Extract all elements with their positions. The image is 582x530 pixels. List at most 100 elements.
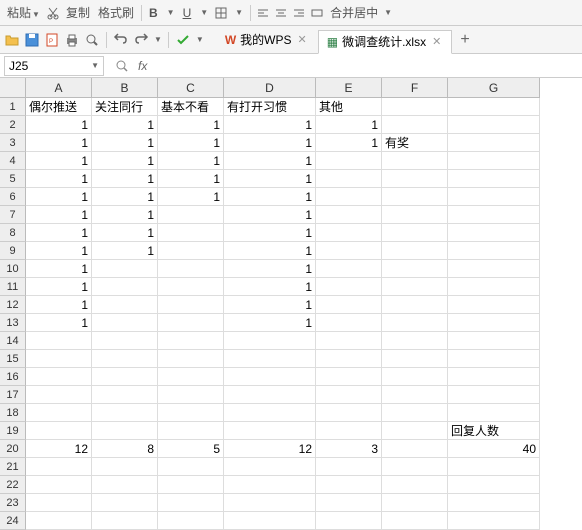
- paste-button[interactable]: 粘贴▼: [4, 2, 43, 23]
- cell[interactable]: [382, 314, 448, 332]
- cell[interactable]: [316, 386, 382, 404]
- cell[interactable]: 1: [92, 242, 158, 260]
- cell[interactable]: 1: [92, 152, 158, 170]
- cell[interactable]: [158, 386, 224, 404]
- row-header[interactable]: 5: [0, 170, 26, 188]
- cell[interactable]: [26, 422, 92, 440]
- cell[interactable]: [382, 206, 448, 224]
- cell[interactable]: 1: [26, 134, 92, 152]
- column-header[interactable]: C: [158, 78, 224, 98]
- cell[interactable]: [224, 332, 316, 350]
- cell[interactable]: 1: [158, 116, 224, 134]
- cell[interactable]: [26, 332, 92, 350]
- cell[interactable]: 1: [316, 134, 382, 152]
- cell[interactable]: [92, 494, 158, 512]
- cell[interactable]: 3: [316, 440, 382, 458]
- cell[interactable]: [158, 512, 224, 530]
- cell[interactable]: [448, 206, 540, 224]
- cell[interactable]: [316, 170, 382, 188]
- cell[interactable]: [316, 368, 382, 386]
- cell[interactable]: [316, 476, 382, 494]
- column-header[interactable]: E: [316, 78, 382, 98]
- cell[interactable]: 1: [92, 188, 158, 206]
- check-icon[interactable]: [175, 32, 191, 48]
- cell[interactable]: [448, 476, 540, 494]
- name-box[interactable]: J25 ▼: [4, 56, 104, 76]
- cell[interactable]: 1: [224, 152, 316, 170]
- cell[interactable]: 1: [26, 260, 92, 278]
- column-header[interactable]: A: [26, 78, 92, 98]
- align-left-icon[interactable]: [255, 5, 271, 21]
- row-header[interactable]: 3: [0, 134, 26, 152]
- cell[interactable]: 1: [224, 260, 316, 278]
- cell[interactable]: 1: [224, 134, 316, 152]
- cell[interactable]: 有奖: [382, 134, 448, 152]
- cell[interactable]: [158, 350, 224, 368]
- cell[interactable]: [448, 116, 540, 134]
- cell[interactable]: 1: [158, 152, 224, 170]
- redo-icon[interactable]: [133, 32, 149, 48]
- cell[interactable]: [224, 494, 316, 512]
- cell[interactable]: [158, 206, 224, 224]
- cell[interactable]: [224, 404, 316, 422]
- cell[interactable]: [448, 242, 540, 260]
- tab-current-file[interactable]: ▦ 微调查统计.xlsx ✕: [318, 30, 453, 54]
- cell[interactable]: [448, 350, 540, 368]
- row-header[interactable]: 20: [0, 440, 26, 458]
- cell[interactable]: [316, 332, 382, 350]
- cell[interactable]: [382, 296, 448, 314]
- cell[interactable]: [448, 494, 540, 512]
- cell[interactable]: [382, 152, 448, 170]
- chevron-down-icon[interactable]: ▼: [197, 6, 211, 19]
- cells-area[interactable]: 偶尔推送关注同行基本不看有打开习惯其他1111111111有奖111111111…: [26, 98, 540, 530]
- chevron-down-icon[interactable]: ▼: [164, 6, 178, 19]
- row-header[interactable]: 23: [0, 494, 26, 512]
- cell[interactable]: [224, 458, 316, 476]
- row-header[interactable]: 7: [0, 206, 26, 224]
- cell[interactable]: [382, 350, 448, 368]
- cell[interactable]: 1: [158, 188, 224, 206]
- cell[interactable]: [382, 260, 448, 278]
- cell[interactable]: 1: [26, 314, 92, 332]
- cell[interactable]: [316, 242, 382, 260]
- cell[interactable]: [448, 224, 540, 242]
- cell[interactable]: 1: [224, 296, 316, 314]
- cell[interactable]: [92, 476, 158, 494]
- cell[interactable]: [382, 440, 448, 458]
- cell[interactable]: [448, 314, 540, 332]
- cell[interactable]: [158, 458, 224, 476]
- new-tab-button[interactable]: +: [452, 31, 477, 49]
- row-header[interactable]: 14: [0, 332, 26, 350]
- cell[interactable]: [316, 422, 382, 440]
- cell[interactable]: 1: [26, 224, 92, 242]
- underline-button[interactable]: U: [180, 4, 195, 22]
- cell[interactable]: 1: [26, 152, 92, 170]
- cell[interactable]: [158, 368, 224, 386]
- row-header[interactable]: 22: [0, 476, 26, 494]
- cell[interactable]: [448, 368, 540, 386]
- cell[interactable]: [92, 350, 158, 368]
- cell[interactable]: [316, 494, 382, 512]
- cell[interactable]: 1: [26, 188, 92, 206]
- row-header[interactable]: 10: [0, 260, 26, 278]
- cell[interactable]: 1: [26, 116, 92, 134]
- cell[interactable]: [316, 206, 382, 224]
- cell[interactable]: [316, 314, 382, 332]
- row-header[interactable]: 24: [0, 512, 26, 530]
- cell[interactable]: [448, 188, 540, 206]
- cell[interactable]: 1: [224, 116, 316, 134]
- cell[interactable]: [224, 422, 316, 440]
- align-right-icon[interactable]: [291, 5, 307, 21]
- row-header[interactable]: 21: [0, 458, 26, 476]
- row-header[interactable]: 16: [0, 368, 26, 386]
- cell[interactable]: [448, 134, 540, 152]
- cut-icon[interactable]: [45, 5, 61, 21]
- cell[interactable]: [382, 116, 448, 134]
- cell[interactable]: [92, 314, 158, 332]
- close-icon[interactable]: ✕: [296, 33, 309, 46]
- row-header[interactable]: 6: [0, 188, 26, 206]
- cell[interactable]: [26, 350, 92, 368]
- cell[interactable]: [382, 404, 448, 422]
- cell[interactable]: [26, 512, 92, 530]
- cell[interactable]: [382, 422, 448, 440]
